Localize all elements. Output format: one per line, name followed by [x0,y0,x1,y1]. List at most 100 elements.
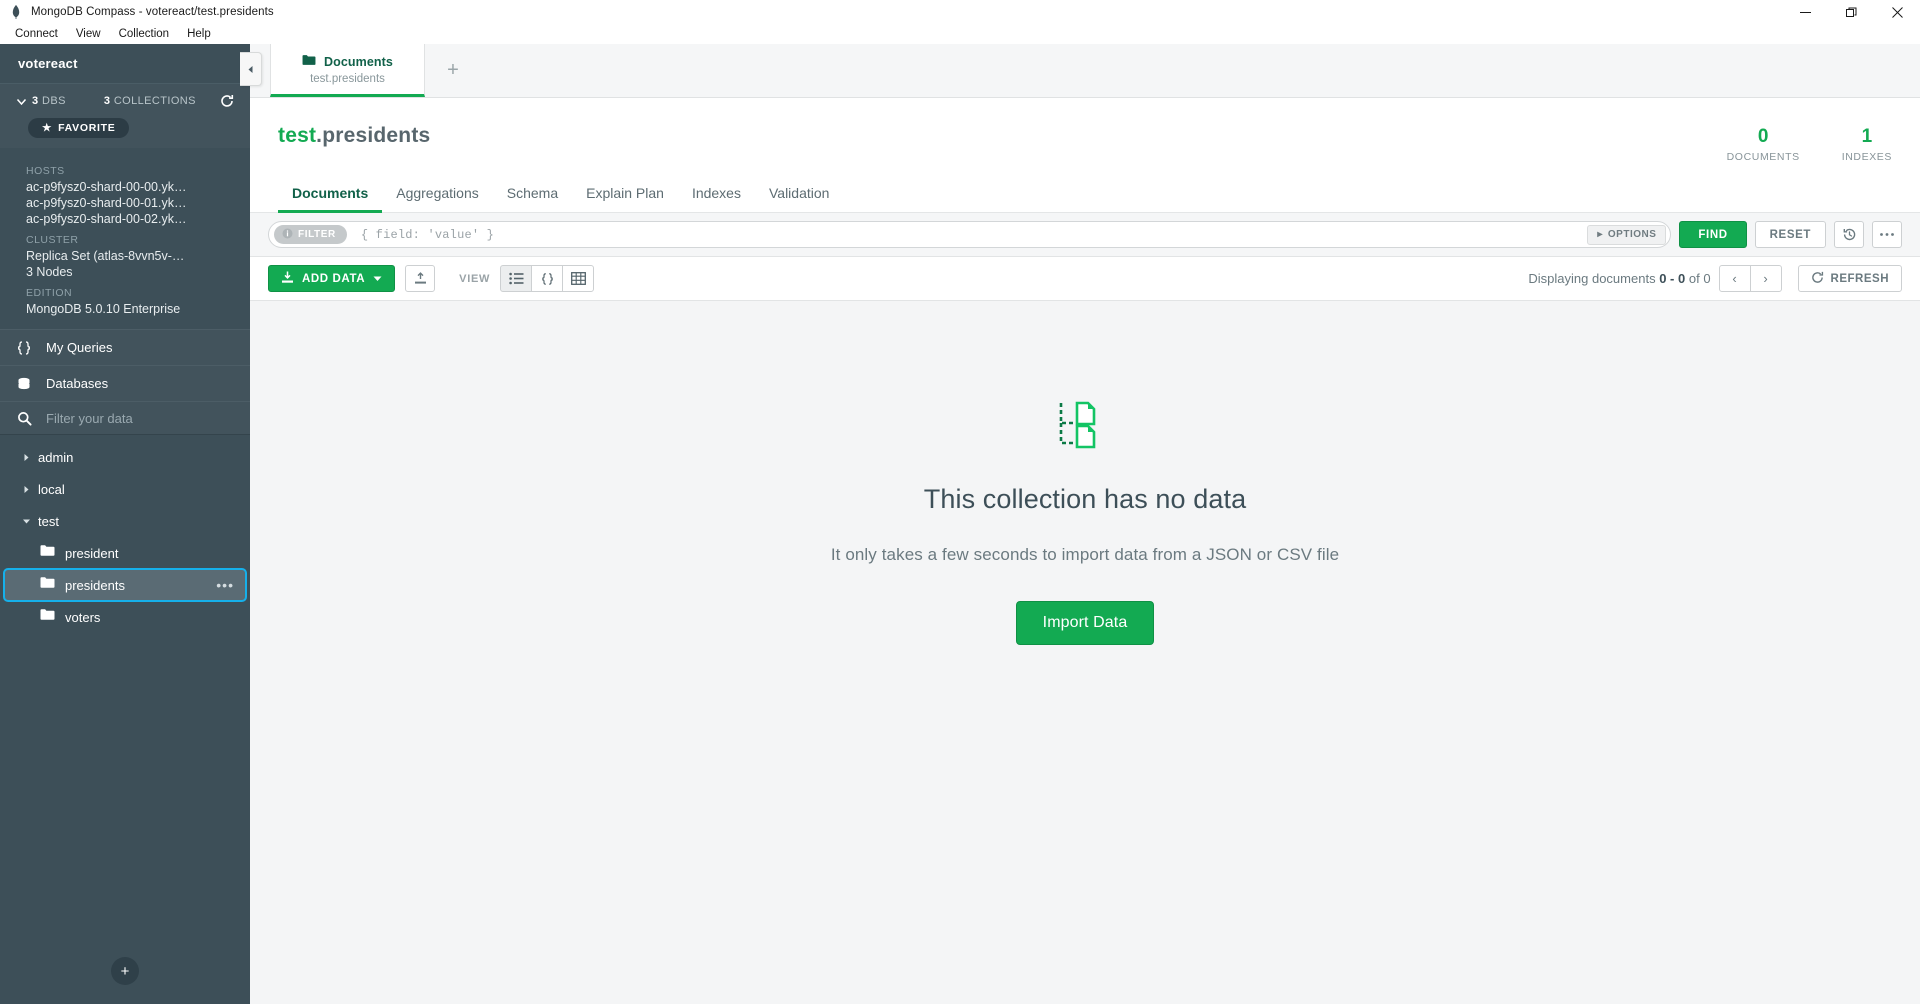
folder-icon [40,544,55,562]
list-icon[interactable] [500,265,533,292]
folder-icon [40,576,55,594]
window-title: MongoDB Compass - votereact/test.preside… [31,6,274,18]
workspace-tab-subtitle: test.presidents [310,73,385,85]
sidebar-item-databases[interactable]: Databases [0,365,250,401]
cluster-nodes: 3 Nodes [26,265,73,279]
documents-stat: 0 DOCUMENTS [1727,126,1800,163]
maximize-icon[interactable] [1828,0,1874,24]
collection-header: test.presidents 0 DOCUMENTS 1 INDEXES [250,98,1920,163]
table-icon[interactable] [562,265,595,292]
filter-placeholder: { field: 'value' } [360,227,495,242]
create-database-button[interactable]: + [111,957,139,985]
import-icon [281,271,294,287]
star-icon: ★ [42,122,53,134]
documents-toolbar: ADD DATA VIEW Displaying documents 0 - 0… [250,257,1920,301]
sidebar: votereact 3 DBS 3 COLLECTIONS ★ FAVORITE… [0,44,262,1004]
sidebar-filter[interactable] [0,401,250,435]
connection-header: votereact [0,44,250,84]
tree-database-test[interactable]: test [0,505,250,537]
query-history-icon[interactable] [1834,221,1864,248]
tab-schema[interactable]: Schema [493,179,572,213]
collection-options-icon[interactable]: ••• [216,578,234,592]
chevron-down-icon[interactable] [14,517,38,526]
view-label: VIEW [459,272,491,285]
empty-state-title: This collection has no data [923,484,1247,514]
previous-page-button[interactable]: ‹ [1718,265,1751,292]
indexes-stat: 1 INDEXES [1842,126,1892,163]
app-shell: votereact 3 DBS 3 COLLECTIONS ★ FAVORITE… [0,44,1920,1004]
tree-collection-label: voters [65,609,101,625]
sidebar-footer: + [0,938,250,1004]
no-data-documents-icon [1056,399,1114,456]
add-data-button[interactable]: ADD DATA [268,265,396,292]
favorite-badge[interactable]: ★ FAVORITE [28,118,130,138]
tree-collection-presidents[interactable]: presidents ••• [3,568,247,602]
import-data-button[interactable]: Import Data [1015,601,1155,645]
tree-database-local[interactable]: local [0,473,250,505]
tab-aggregations[interactable]: Aggregations [382,179,493,213]
close-icon[interactable] [1874,0,1920,24]
sidebar-item-my-queries[interactable]: My Queries [0,329,250,365]
view-mode-group [500,265,595,292]
new-tab-button[interactable]: + [425,44,481,97]
titlebar-drag-region [274,0,1782,24]
main-panel: Documents test.presidents + test.preside… [250,44,1920,1004]
menu-collection[interactable]: Collection [110,26,179,42]
collection-stats: 0 DOCUMENTS 1 INDEXES [1727,124,1892,163]
favorite-label: FAVORITE [58,122,116,134]
find-button[interactable]: FIND [1679,221,1747,248]
braces-icon[interactable] [531,265,564,292]
braces-icon [14,340,34,356]
chevron-right-icon[interactable] [14,485,38,494]
tree-collection-label: president [65,545,119,561]
edition-value: MongoDB 5.0.10 Enterprise [26,302,181,316]
menu-bar: Connect View Collection Help [0,24,1920,44]
next-page-button[interactable]: › [1749,265,1782,292]
menu-view[interactable]: View [67,26,110,42]
folder-icon [302,53,316,71]
sidebar-item-label: My Queries [46,340,113,355]
query-options-toggle[interactable]: ▸ OPTIONS [1587,224,1667,245]
sidebar-collapse-toggle[interactable] [240,52,262,86]
filter-badge: FILTER [274,225,347,244]
indexes-caption: INDEXES [1841,151,1892,163]
document-tab-bar: Documents test.presidents + [250,44,1920,98]
minimize-icon[interactable] [1782,0,1828,24]
query-more-icon[interactable] [1872,221,1902,248]
chevron-right-icon: ▸ [1597,229,1603,240]
folder-icon [40,608,55,626]
tree-collection-label: presidents [65,577,125,593]
tree-collection-president[interactable]: president [4,537,246,569]
filter-input-wrapper[interactable]: FILTER { field: 'value' } ▸ OPTIONS [268,221,1672,248]
refresh-icon[interactable] [220,94,234,108]
reset-button[interactable]: RESET [1754,221,1826,248]
connection-name: votereact [18,56,78,71]
tab-indexes[interactable]: Indexes [678,179,755,213]
export-button[interactable] [405,265,436,292]
collection-tabs: Documents Aggregations Schema Explain Pl… [250,179,1920,213]
tab-documents[interactable]: Documents [278,179,383,213]
collections-count: 3 COLLECTIONS [103,95,196,107]
sidebar-item-label: Databases [46,376,109,391]
hosts-label: HOSTS [26,165,65,177]
tree-database-admin[interactable]: admin [0,441,250,473]
sidebar-filter-input[interactable] [46,410,226,426]
host-1: ac-p9fysz0-shard-00-01.yk… [26,196,187,210]
database-icon [14,376,34,392]
search-icon [14,411,34,426]
chevron-down-icon[interactable] [10,95,32,108]
tab-explain-plan[interactable]: Explain Plan [572,179,678,213]
tab-validation[interactable]: Validation [755,179,843,213]
displaying-documents-text: Displaying documents 0 - 0 of 0 [1528,271,1711,286]
info-icon [282,228,293,242]
menu-help[interactable]: Help [178,26,220,42]
host-0: ac-p9fysz0-shard-00-00.yk… [26,180,187,194]
page-title-collection: presidents [322,124,431,147]
menu-connect[interactable]: Connect [6,26,67,42]
tree-collection-voters[interactable]: voters [4,601,246,633]
pagination-group: Displaying documents 0 - 0 of 0 ‹ › REFR… [1528,265,1902,292]
page-title-database: test [278,124,317,147]
refresh-documents-button[interactable]: REFRESH [1797,265,1902,292]
chevron-right-icon[interactable] [14,453,38,462]
tab-documents-workspace[interactable]: Documents test.presidents [270,44,425,97]
